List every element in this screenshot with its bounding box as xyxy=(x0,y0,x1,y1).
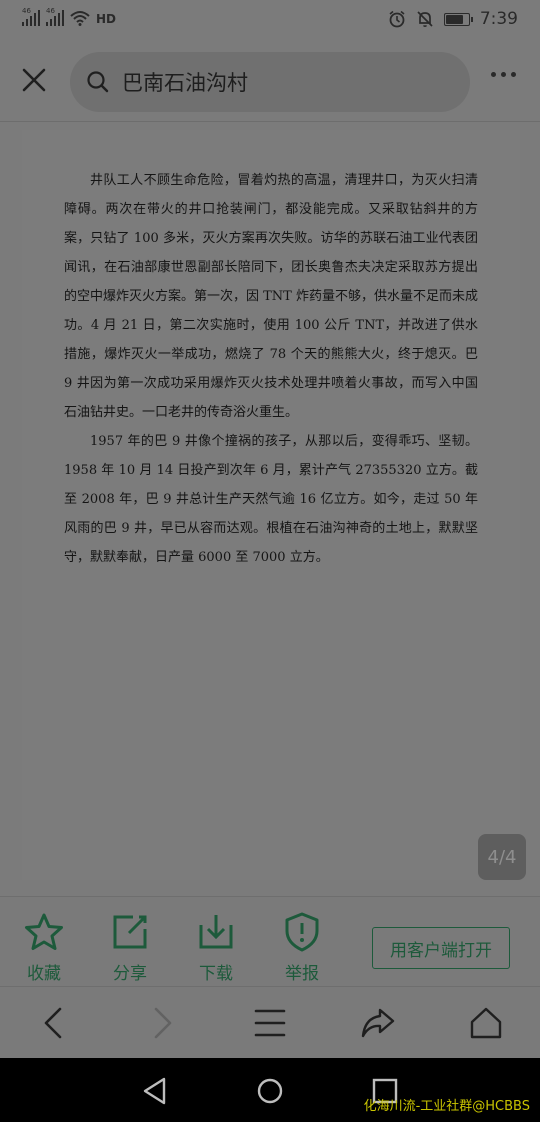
share-arrow-icon[interactable] xyxy=(360,1005,396,1041)
dot-icon xyxy=(501,72,506,77)
wifi-icon xyxy=(70,11,90,26)
document-body: 井队工人不顾生命危险，冒着灼热的高温，清理井口，为灭火扫清障碍。两次在带火的井口… xyxy=(64,166,478,572)
signal-strength-icon: 46 xyxy=(46,7,64,26)
favorite-label: 收藏 xyxy=(27,964,61,984)
home-icon[interactable] xyxy=(468,1005,504,1041)
watermark-text: 化海川流-工业社群@HCBBS xyxy=(363,1099,530,1114)
page-indicator: 4/4 xyxy=(478,834,526,880)
status-time: 7:39 xyxy=(479,9,518,29)
menu-icon[interactable] xyxy=(252,1005,288,1041)
search-icon xyxy=(87,71,109,93)
system-nav-bar: 化海川流-工业社群@HCBBS xyxy=(0,1058,540,1122)
dot-icon xyxy=(491,72,496,77)
share-icon xyxy=(113,915,147,949)
search-query-text: 巴南石油沟村 xyxy=(122,71,248,95)
app-window: 46 46 HD 7:39 巴南石油沟村 井队工人不顾生命危险，冒着灼热的高温，… xyxy=(0,0,540,1122)
system-home-icon[interactable] xyxy=(255,1076,285,1106)
close-icon[interactable] xyxy=(18,64,50,96)
alarm-icon xyxy=(389,10,405,28)
mute-bell-icon xyxy=(417,11,433,27)
report-button[interactable]: 举报 xyxy=(272,911,332,984)
download-label: 下载 xyxy=(199,964,233,984)
signal-strength-icon: 46 xyxy=(22,7,40,26)
back-arrow-icon[interactable] xyxy=(36,1005,72,1041)
download-button[interactable]: 下载 xyxy=(186,911,246,984)
document-paragraph: 1957 年的巴 9 井像个撞祸的孩子，从那以后，变得乖巧、坚韧。1958 年 … xyxy=(64,434,478,565)
share-label: 分享 xyxy=(113,964,147,984)
download-icon xyxy=(199,915,233,949)
share-button[interactable]: 分享 xyxy=(100,911,160,984)
status-bar: 46 46 HD 7:39 xyxy=(0,0,540,42)
hd-indicator: HD xyxy=(96,12,117,26)
browser-toolbar xyxy=(0,986,540,1058)
battery-icon xyxy=(443,12,473,26)
star-icon xyxy=(25,913,63,950)
document-paragraph: 井队工人不顾生命危险，冒着灼热的高温，清理井口，为灭火扫清障碍。两次在带火的井口… xyxy=(64,173,478,420)
open-in-app-button[interactable]: 用客户端打开 xyxy=(372,927,510,969)
more-options-button[interactable] xyxy=(491,72,516,77)
status-left: 46 46 HD xyxy=(22,7,117,26)
forward-arrow-icon[interactable] xyxy=(144,1005,180,1041)
status-right: 7:39 xyxy=(388,9,518,29)
system-back-icon[interactable] xyxy=(140,1076,170,1106)
top-nav-bar: 巴南石油沟村 xyxy=(0,42,540,122)
action-bar: 收藏 分享 下载 举报 用客户端打开 xyxy=(0,896,540,986)
document-page: 井队工人不顾生命危险，冒着灼热的高温，清理井口，为灭火扫清障碍。两次在带火的井口… xyxy=(22,130,520,880)
shield-alert-icon xyxy=(285,912,319,952)
search-box[interactable]: 巴南石油沟村 xyxy=(70,52,470,112)
favorite-button[interactable]: 收藏 xyxy=(14,911,74,984)
battery-fill xyxy=(445,14,463,24)
dot-icon xyxy=(511,72,516,77)
report-label: 举报 xyxy=(285,964,319,984)
document-viewer[interactable]: 井队工人不顾生命危险，冒着灼热的高温，清理井口，为灭火扫清障碍。两次在带火的井口… xyxy=(0,122,540,892)
